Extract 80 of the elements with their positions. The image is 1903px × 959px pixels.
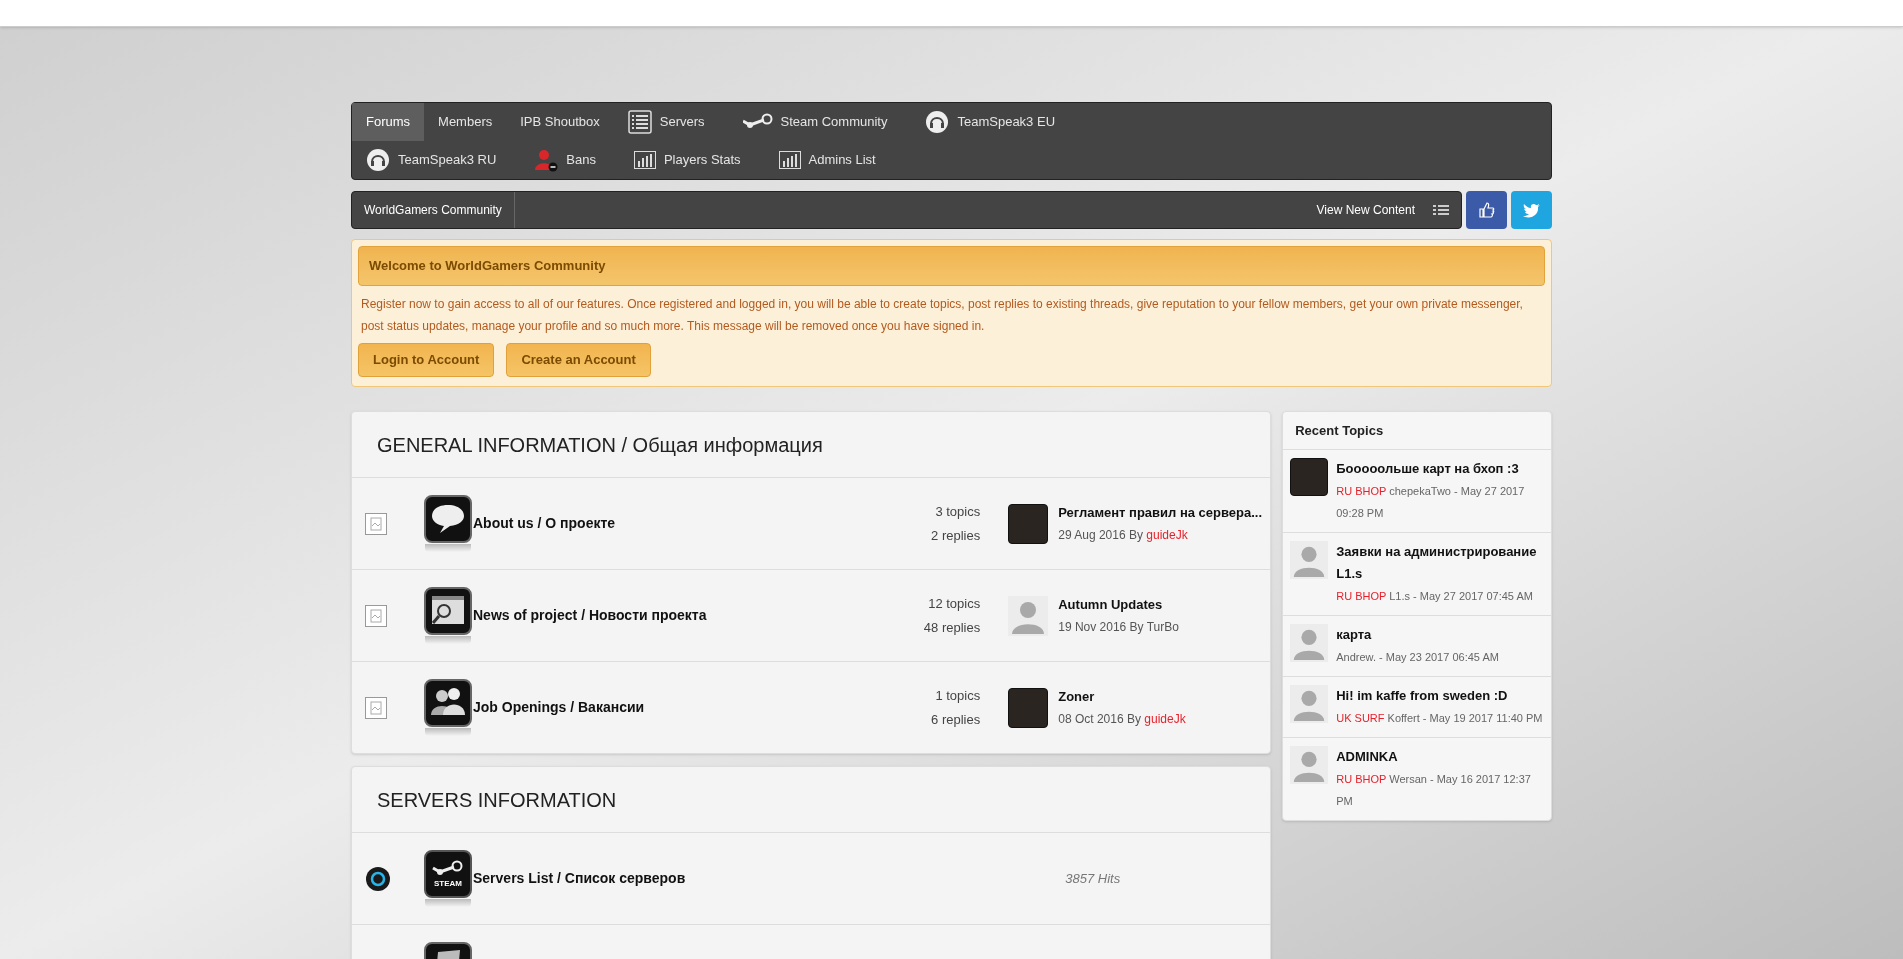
forum-title-link[interactable]: News of project / Новости проекта [473,605,707,626]
topic-title-link[interactable]: Бооооольше карт на бхоп :3 [1336,458,1544,480]
last-post-title-link[interactable]: Zoner [1058,686,1186,707]
nav-tab[interactable]: TeamSpeak3 EU [911,103,1070,141]
topic-title-link[interactable]: Заявки на администрирование L1.s [1336,541,1544,585]
people-icon [424,679,472,727]
nav-tab[interactable]: IPB Shoutbox [506,103,614,141]
read-status-icon [365,604,387,627]
nav-tab[interactable]: TeamSpeak3 RU [352,141,511,179]
last-post-title-link[interactable]: Регламент правил на сервера... [1058,502,1263,523]
steam-icon [742,113,773,131]
topic-title-link[interactable]: Hi! im kaffe from sweden :D [1336,685,1543,707]
avatar-photo-placeholder [1008,503,1049,544]
topics-count: 3 topics [935,503,981,521]
hits-count: 3857 Hits [1065,869,1121,888]
view-new-content-link[interactable]: View New Content [1316,201,1415,219]
forum-title-link[interactable]: About us / О проекте [473,513,616,534]
author-link[interactable]: guideJk [1144,712,1186,727]
topics-count: 12 topics [928,595,981,613]
breadcrumb-link[interactable]: WorldGamers Community [352,192,515,228]
icon-reflection [425,544,471,552]
avatar-photo-placeholder [1290,458,1329,496]
nav-tab[interactable]: Steam Community [728,103,902,141]
author-link[interactable]: guideJk [1146,528,1188,543]
topic-meta: Andrew. - May 23 2017 06:45 AM [1336,650,1499,665]
account-button[interactable]: Create an Account [506,343,651,377]
author-link[interactable]: TurBo [1146,620,1179,635]
thumbs-up-icon [1477,201,1496,219]
list-icon [627,110,652,134]
category-heading: SERVERS INFORMATION [376,787,618,813]
last-post-date: 08 Oct 2016 By [1058,712,1141,727]
topic-meta: RU BHOP chepekaTwo - May 27 2017 09:28 PM [1336,484,1526,521]
user-icon [534,148,559,172]
bar-chart-icon [633,151,656,169]
bird-icon [1522,202,1541,218]
twitter-button[interactable] [1511,191,1552,229]
headset-logo-icon [366,148,390,172]
nav-tab[interactable]: Servers [613,103,719,141]
replies-count: 2 replies [931,526,981,545]
topic-title-link[interactable]: карта [1336,624,1499,646]
list-icon[interactable] [1433,204,1449,216]
headset-logo-icon [925,110,950,134]
nav-tab[interactable]: Players Stats [619,141,755,179]
icon-reflection [425,728,471,736]
account-button[interactable]: Login to Account [358,343,495,377]
newspaper-icon [424,587,472,635]
topic-title-link[interactable]: ADMINKA [1336,746,1544,768]
read-status-icon [365,512,387,535]
read-status-icon [365,696,387,719]
user-silhouette-avatar [1008,595,1049,636]
user-silhouette-avatar [1290,746,1329,784]
bar-chart-icon [778,151,801,169]
forum-title-link[interactable]: Job Openings / Вакансии [473,697,645,718]
icon-reflection [425,899,471,907]
steam-logo-icon: STEAM [424,850,472,898]
nav-tab[interactable]: Bans [520,141,610,179]
last-post-date: 19 Nov 2016 By [1058,620,1144,635]
avatar-photo-placeholder [1008,687,1049,728]
nav-tab[interactable]: Admins List [764,141,890,179]
forum-title-link[interactable]: Servers List / Список серверов [473,868,686,889]
topic-meta: UK SURF Koffert - May 19 2017 11:40 PM [1336,711,1543,726]
recent-topics-heading: Recent Topics [1283,412,1551,450]
welcome-message: Register now to gain access to all of our features. Once registered and logged in, you will be able to create topics, post replies to existing threads, give reputation to your fellow members, get your own private messenger, post status updates, manage your profile and so much more. This message will be removed once you have signed in. [360,296,1524,335]
user-silhouette-avatar [1290,685,1329,723]
replies-count: 6 replies [931,710,981,729]
last-post-date: 29 Aug 2016 By [1058,528,1143,543]
topic-meta: RU BHOP L1.s - May 27 2017 07:45 AM [1336,589,1534,604]
replies-count: 48 replies [923,618,981,637]
nav-tab[interactable]: Members [424,103,507,141]
welcome-title: Welcome to WorldGamers Community [358,246,1545,286]
speech-bubble-icon [424,495,472,543]
nav-tab[interactable]: Forums [352,103,425,141]
like-button[interactable] [1466,191,1507,229]
topic-meta: RU BHOP Wersan - May 16 2017 12:37 PM [1336,772,1532,809]
user-silhouette-avatar [1290,624,1329,662]
topics-count: 1 topics [935,687,981,705]
user-silhouette-avatar [1290,541,1329,579]
icon-reflection [425,636,471,644]
last-post-title-link[interactable]: Autumn Updates [1058,594,1179,615]
category-heading: GENERAL INFORMATION / Общая информация [376,432,824,458]
